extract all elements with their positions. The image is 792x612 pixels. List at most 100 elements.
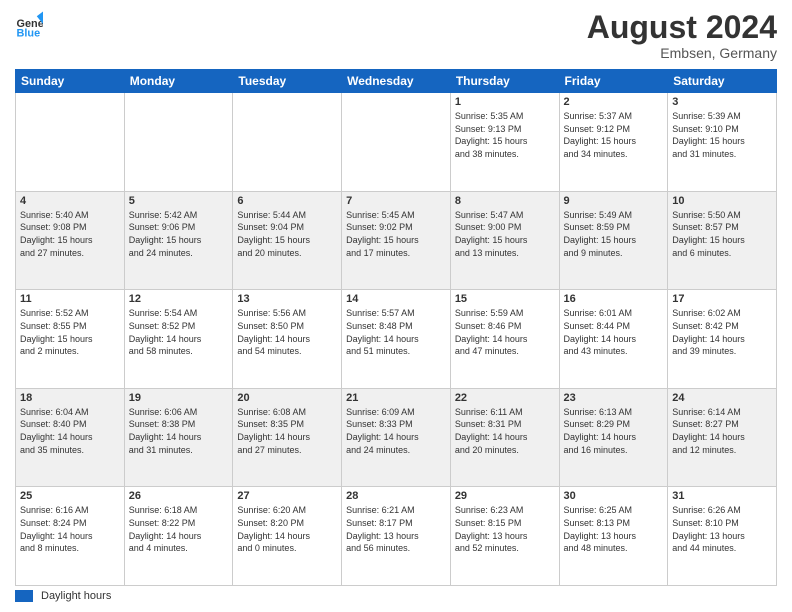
calendar-cell: 16 Sunrise: 6:01 AM Sunset: 8:44 PM Dayli… — [559, 290, 668, 389]
calendar-cell: 23Sunrise: 6:13 AM Sunset: 8:29 PM Dayli… — [559, 388, 668, 487]
day-info: Sunrise: 6:04 AM Sunset: 8:40 PM Dayligh… — [20, 406, 120, 456]
week-row-0: 1 Sunrise: 5:35 AM Sunset: 9:13 PM Daylig… — [16, 93, 777, 192]
page: General Blue August 2024 Embsen, Germany… — [0, 0, 792, 612]
day-number: 27 — [237, 490, 337, 502]
calendar-cell: 5 Sunrise: 5:42 AM Sunset: 9:06 PM Daylig… — [124, 191, 233, 290]
day-info: Sunrise: 6:26 AM Sunset: 8:10 PM Dayligh… — [672, 504, 772, 554]
calendar-cell: 26Sunrise: 6:18 AM Sunset: 8:22 PM Dayli… — [124, 487, 233, 586]
day-number: 3 — [672, 96, 772, 108]
day-info: Sunrise: 5:59 AM Sunset: 8:46 PM Dayligh… — [455, 307, 555, 357]
calendar-cell: 15Sunrise: 5:59 AM Sunset: 8:46 PM Dayli… — [450, 290, 559, 389]
header-thursday: Thursday — [450, 70, 559, 93]
day-info: Sunrise: 5:37 AM Sunset: 9:12 PM Dayligh… — [564, 110, 664, 160]
calendar-cell: 14 Sunrise: 5:57 AM Sunset: 8:48 PM Dayli… — [342, 290, 451, 389]
day-info: Sunrise: 6:21 AM Sunset: 8:17 PM Dayligh… — [346, 504, 446, 554]
header-monday: Monday — [124, 70, 233, 93]
day-info: Sunrise: 5:44 AM Sunset: 9:04 PM Dayligh… — [237, 209, 337, 259]
legend-label: Daylight hours — [41, 590, 111, 602]
day-info: Sunrise: 5:57 AM Sunset: 8:48 PM Dayligh… — [346, 307, 446, 357]
day-info: Sunrise: 6:01 AM Sunset: 8:44 PM Dayligh… — [564, 307, 664, 357]
header-sunday: Sunday — [16, 70, 125, 93]
footer: Daylight hours — [15, 590, 777, 602]
calendar-cell: 18Sunrise: 6:04 AM Sunset: 8:40 PM Dayli… — [16, 388, 125, 487]
calendar-cell: 25Sunrise: 6:16 AM Sunset: 8:24 PM Dayli… — [16, 487, 125, 586]
calendar-cell: 7 Sunrise: 5:45 AM Sunset: 9:02 PM Daylig… — [342, 191, 451, 290]
day-info: Sunrise: 5:45 AM Sunset: 9:02 PM Dayligh… — [346, 209, 446, 259]
calendar-cell: 8Sunrise: 5:47 AM Sunset: 9:00 PM Daylig… — [450, 191, 559, 290]
legend-color-box — [15, 590, 33, 602]
day-number: 20 — [237, 392, 337, 404]
day-number: 30 — [564, 490, 664, 502]
day-number: 13 — [237, 293, 337, 305]
day-number: 7 — [346, 195, 446, 207]
day-info: Sunrise: 5:39 AM Sunset: 9:10 PM Dayligh… — [672, 110, 772, 160]
day-number: 24 — [672, 392, 772, 404]
day-number: 14 — [346, 293, 446, 305]
calendar-cell — [16, 93, 125, 192]
calendar-cell: 24 Sunrise: 6:14 AM Sunset: 8:27 PM Dayli… — [668, 388, 777, 487]
day-info: Sunrise: 6:14 AM Sunset: 8:27 PM Dayligh… — [672, 406, 772, 456]
calendar-cell: 20 Sunrise: 6:08 AM Sunset: 8:35 PM Dayli… — [233, 388, 342, 487]
calendar-cell: 3 Sunrise: 5:39 AM Sunset: 9:10 PM Daylig… — [668, 93, 777, 192]
day-number: 31 — [672, 490, 772, 502]
calendar-cell: 27Sunrise: 6:20 AM Sunset: 8:20 PM Dayli… — [233, 487, 342, 586]
calendar-cell: 29 Sunrise: 6:23 AM Sunset: 8:15 PM Dayli… — [450, 487, 559, 586]
calendar-cell: 9 Sunrise: 5:49 AM Sunset: 8:59 PM Daylig… — [559, 191, 668, 290]
header: General Blue August 2024 Embsen, Germany — [15, 10, 777, 61]
week-row-3: 18Sunrise: 6:04 AM Sunset: 8:40 PM Dayli… — [16, 388, 777, 487]
day-info: Sunrise: 5:49 AM Sunset: 8:59 PM Dayligh… — [564, 209, 664, 259]
day-info: Sunrise: 6:09 AM Sunset: 8:33 PM Dayligh… — [346, 406, 446, 456]
day-number: 26 — [129, 490, 229, 502]
day-number: 1 — [455, 96, 555, 108]
calendar-cell: 6Sunrise: 5:44 AM Sunset: 9:04 PM Daylig… — [233, 191, 342, 290]
header-saturday: Saturday — [668, 70, 777, 93]
calendar-cell: 19Sunrise: 6:06 AM Sunset: 8:38 PM Dayli… — [124, 388, 233, 487]
calendar-cell: 28 Sunrise: 6:21 AM Sunset: 8:17 PM Dayli… — [342, 487, 451, 586]
day-info: Sunrise: 6:08 AM Sunset: 8:35 PM Dayligh… — [237, 406, 337, 456]
day-number: 11 — [20, 293, 120, 305]
calendar-cell: 31 Sunrise: 6:26 AM Sunset: 8:10 PM Dayli… — [668, 487, 777, 586]
calendar-table: Sunday Monday Tuesday Wednesday Thursday… — [15, 69, 777, 586]
day-info: Sunrise: 6:13 AM Sunset: 8:29 PM Dayligh… — [564, 406, 664, 456]
day-info: Sunrise: 6:25 AM Sunset: 8:13 PM Dayligh… — [564, 504, 664, 554]
calendar-cell: 21Sunrise: 6:09 AM Sunset: 8:33 PM Dayli… — [342, 388, 451, 487]
day-info: Sunrise: 5:52 AM Sunset: 8:55 PM Dayligh… — [20, 307, 120, 357]
day-number: 10 — [672, 195, 772, 207]
calendar-cell: 17 Sunrise: 6:02 AM Sunset: 8:42 PM Dayli… — [668, 290, 777, 389]
calendar-cell: 4Sunrise: 5:40 AM Sunset: 9:08 PM Daylig… — [16, 191, 125, 290]
day-number: 16 — [564, 293, 664, 305]
day-number: 28 — [346, 490, 446, 502]
calendar-cell — [124, 93, 233, 192]
svg-text:Blue: Blue — [17, 27, 41, 38]
week-row-2: 11 Sunrise: 5:52 AM Sunset: 8:55 PM Dayli… — [16, 290, 777, 389]
day-number: 12 — [129, 293, 229, 305]
location: Embsen, Germany — [587, 45, 777, 61]
day-info: Sunrise: 5:35 AM Sunset: 9:13 PM Dayligh… — [455, 110, 555, 160]
calendar-cell: 2 Sunrise: 5:37 AM Sunset: 9:12 PM Daylig… — [559, 93, 668, 192]
week-row-4: 25Sunrise: 6:16 AM Sunset: 8:24 PM Dayli… — [16, 487, 777, 586]
day-number: 19 — [129, 392, 229, 404]
day-number: 25 — [20, 490, 120, 502]
calendar-cell: 11 Sunrise: 5:52 AM Sunset: 8:55 PM Dayli… — [16, 290, 125, 389]
header-friday: Friday — [559, 70, 668, 93]
day-info: Sunrise: 6:23 AM Sunset: 8:15 PM Dayligh… — [455, 504, 555, 554]
calendar-cell: 10Sunrise: 5:50 AM Sunset: 8:57 PM Dayli… — [668, 191, 777, 290]
day-number: 9 — [564, 195, 664, 207]
calendar-cell: 22Sunrise: 6:11 AM Sunset: 8:31 PM Dayli… — [450, 388, 559, 487]
day-number: 29 — [455, 490, 555, 502]
day-number: 5 — [129, 195, 229, 207]
day-number: 2 — [564, 96, 664, 108]
day-number: 17 — [672, 293, 772, 305]
day-info: Sunrise: 5:56 AM Sunset: 8:50 PM Dayligh… — [237, 307, 337, 357]
day-info: Sunrise: 6:02 AM Sunset: 8:42 PM Dayligh… — [672, 307, 772, 357]
logo-icon: General Blue — [15, 10, 43, 38]
day-info: Sunrise: 5:42 AM Sunset: 9:06 PM Dayligh… — [129, 209, 229, 259]
calendar-cell: 12Sunrise: 5:54 AM Sunset: 8:52 PM Dayli… — [124, 290, 233, 389]
weekday-header-row: Sunday Monday Tuesday Wednesday Thursday… — [16, 70, 777, 93]
day-info: Sunrise: 5:40 AM Sunset: 9:08 PM Dayligh… — [20, 209, 120, 259]
calendar-cell: 1 Sunrise: 5:35 AM Sunset: 9:13 PM Daylig… — [450, 93, 559, 192]
day-info: Sunrise: 5:47 AM Sunset: 9:00 PM Dayligh… — [455, 209, 555, 259]
title-block: August 2024 Embsen, Germany — [587, 10, 777, 61]
calendar-cell: 13 Sunrise: 5:56 AM Sunset: 8:50 PM Dayli… — [233, 290, 342, 389]
calendar-cell: 30 Sunrise: 6:25 AM Sunset: 8:13 PM Dayli… — [559, 487, 668, 586]
